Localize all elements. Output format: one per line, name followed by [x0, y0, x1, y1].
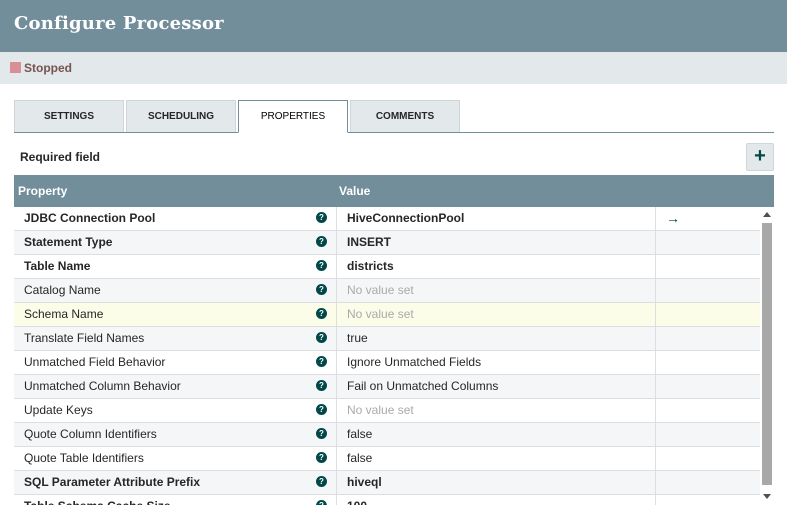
tab-scheduling[interactable]: SCHEDULING: [126, 100, 236, 132]
table-row[interactable]: Quote Column Identifiers? false: [14, 423, 760, 447]
help-icon[interactable]: ?: [316, 452, 327, 463]
column-header-property[interactable]: Property: [18, 184, 67, 198]
property-name: SQL Parameter Attribute Prefix: [24, 475, 201, 489]
property-actions: [655, 303, 760, 326]
property-actions: [655, 471, 760, 494]
help-icon[interactable]: ?: [316, 380, 327, 391]
tab-settings[interactable]: SETTINGS: [14, 100, 124, 132]
property-name: Statement Type: [24, 235, 113, 249]
property-actions: [655, 255, 760, 278]
property-value[interactable]: false: [336, 447, 654, 470]
tab-comments[interactable]: COMMENTS: [350, 100, 460, 132]
help-icon[interactable]: ?: [316, 404, 327, 415]
column-header-value[interactable]: Value: [339, 184, 370, 198]
tab-bar: SETTINGS SCHEDULING PROPERTIES COMMENTS: [14, 100, 774, 133]
property-value[interactable]: Fail on Unmatched Columns: [336, 375, 654, 398]
property-actions: [655, 495, 760, 505]
help-icon[interactable]: ?: [316, 260, 327, 271]
help-icon[interactable]: ?: [316, 308, 327, 319]
property-value[interactable]: Ignore Unmatched Fields: [336, 351, 654, 374]
help-icon[interactable]: ?: [316, 428, 327, 439]
table-row[interactable]: Schema Name? No value set: [14, 303, 760, 327]
go-to-arrow-icon[interactable]: →: [655, 207, 760, 230]
property-actions: [655, 279, 760, 302]
table-row[interactable]: Unmatched Column Behavior? Fail on Unmatc…: [14, 375, 760, 399]
table-scrollbar[interactable]: [760, 207, 774, 505]
table-row[interactable]: JDBC Connection Pool? HiveConnectionPool →: [14, 207, 760, 231]
property-actions: [655, 423, 760, 446]
property-actions: [655, 399, 760, 422]
property-name: Quote Table Identifiers: [24, 451, 144, 465]
property-value[interactable]: false: [336, 423, 654, 446]
properties-table: Property Value JDBC Connection Pool? Hive…: [14, 175, 774, 505]
help-icon[interactable]: ?: [316, 236, 327, 247]
property-name: JDBC Connection Pool: [24, 211, 156, 225]
dialog-header: Configure Processor: [0, 0, 787, 52]
property-value[interactable]: No value set: [336, 399, 654, 422]
help-icon[interactable]: ?: [316, 332, 327, 343]
table-row[interactable]: Table Name? districts: [14, 255, 760, 279]
table-row[interactable]: Translate Field Names? true: [14, 327, 760, 351]
table-row[interactable]: Unmatched Field Behavior? Ignore Unmatche…: [14, 351, 760, 375]
property-name: Translate Field Names: [24, 331, 145, 345]
add-property-button[interactable]: +: [746, 143, 774, 171]
property-actions: [655, 327, 760, 350]
table-row[interactable]: SQL Parameter Attribute Prefix? hiveql: [14, 471, 760, 495]
status-label: Stopped: [24, 61, 72, 75]
property-actions: [655, 231, 760, 254]
help-icon[interactable]: ?: [316, 284, 327, 295]
help-icon[interactable]: ?: [316, 476, 327, 487]
scroll-up-icon[interactable]: [763, 212, 771, 217]
table-row[interactable]: Catalog Name? No value set: [14, 279, 760, 303]
scroll-thumb[interactable]: [762, 223, 772, 485]
property-name: Unmatched Column Behavior: [24, 379, 181, 393]
property-actions: [655, 447, 760, 470]
property-name: Table Name: [24, 259, 91, 273]
required-field-label: Required field: [20, 150, 101, 164]
table-header: Property Value: [14, 175, 774, 207]
property-name: Unmatched Field Behavior: [24, 355, 166, 369]
table-row[interactable]: Update Keys? No value set: [14, 399, 760, 423]
property-value[interactable]: hiveql: [336, 471, 654, 494]
property-value[interactable]: No value set: [336, 279, 654, 302]
property-value[interactable]: 100: [336, 495, 654, 505]
table-row[interactable]: Table Schema Cache Size? 100: [14, 495, 760, 505]
property-name: Catalog Name: [24, 283, 101, 297]
status-bar: Stopped: [0, 52, 787, 84]
dialog-title: Configure Processor: [14, 13, 224, 34]
property-name: Schema Name: [24, 307, 104, 321]
scroll-down-icon[interactable]: [763, 494, 771, 499]
property-value[interactable]: HiveConnectionPool: [336, 207, 654, 230]
help-icon[interactable]: ?: [316, 212, 327, 223]
property-value[interactable]: INSERT: [336, 231, 654, 254]
property-value[interactable]: No value set: [336, 303, 654, 326]
property-name: Table Schema Cache Size: [24, 495, 314, 505]
tab-properties[interactable]: PROPERTIES: [238, 100, 348, 133]
table-row[interactable]: Quote Table Identifiers? false: [14, 447, 760, 471]
table-body: JDBC Connection Pool? HiveConnectionPool →…: [14, 207, 760, 505]
property-name: Quote Column Identifiers: [24, 427, 157, 441]
property-actions: [655, 351, 760, 374]
property-actions: [655, 375, 760, 398]
help-icon[interactable]: ?: [316, 500, 327, 505]
property-name: Update Keys: [24, 403, 93, 417]
stopped-icon: [10, 62, 21, 73]
help-icon[interactable]: ?: [316, 356, 327, 367]
property-value[interactable]: districts: [336, 255, 654, 278]
property-value[interactable]: true: [336, 327, 654, 350]
table-row[interactable]: Statement Type? INSERT: [14, 231, 760, 255]
